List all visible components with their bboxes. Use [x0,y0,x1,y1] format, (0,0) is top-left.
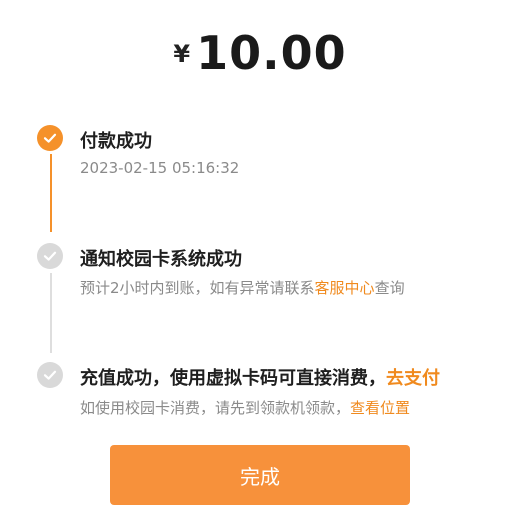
step-2-connector [50,273,52,353]
step-3-title-text: 充值成功，使用虚拟卡码可直接消费， [80,368,386,389]
step-2-subtitle-text: 预计2小时内到账，如有异常请联系 [80,279,315,297]
step-1-title: 付款成功 [80,131,152,152]
step-3-title: 充值成功，使用虚拟卡码可直接消费，去支付 [80,364,440,390]
step-1-timestamp: 2023-02-15 05:16:32 [80,159,240,177]
step-3-subtitle-text: 如使用校园卡消费，请先到领款机领款， [80,399,351,417]
step-3-check-icon [37,362,63,388]
step-1-connector [50,154,52,232]
step-2-check-icon [37,243,63,269]
step-1-check-icon [37,125,63,151]
currency-symbol: ¥ [173,40,191,68]
done-button[interactable]: 完成 [110,445,410,505]
step-3-subtitle: 如使用校园卡消费，请先到领款机领款，查看位置 [80,397,410,418]
view-location-link[interactable]: 查看位置 [350,399,410,417]
amount-value: 10.00 [196,26,347,80]
step-2-subtitle: 预计2小时内到账，如有异常请联系客服中心查询 [80,277,405,298]
step-2-title: 通知校园卡系统成功 [80,249,242,270]
payment-amount: ¥ 10.00 [0,18,520,80]
go-pay-link[interactable]: 去支付 [386,368,440,389]
step-2-subtitle-suffix: 查询 [374,279,405,297]
customer-service-link[interactable]: 客服中心 [315,279,375,297]
